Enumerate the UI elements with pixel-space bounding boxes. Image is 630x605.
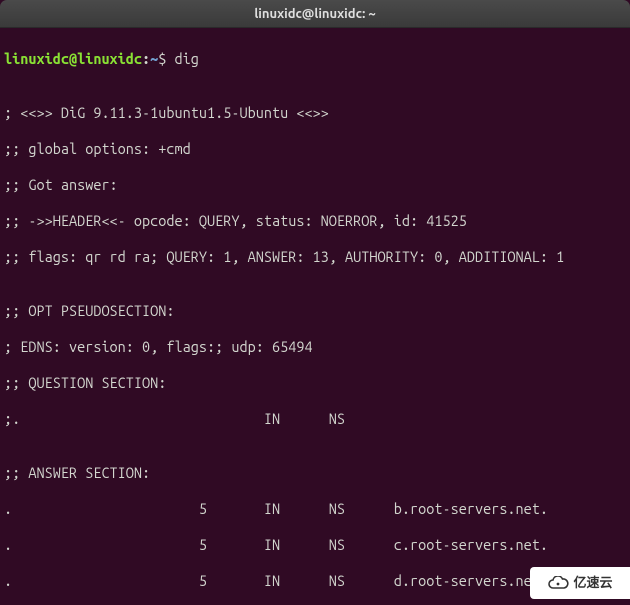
prompt-line: linuxidc@linuxidc:~$ dig [4, 50, 626, 68]
output-edns: ; EDNS: version: 0, flags:; udp: 65494 [4, 338, 626, 356]
output-question-header: ;; QUESTION SECTION: [4, 374, 626, 392]
output-flags: ;; flags: qr rd ra; QUERY: 1, ANSWER: 13… [4, 248, 626, 266]
answer-row: . 5 IN NS b.root-servers.net. [4, 500, 626, 518]
output-header: ;; ->>HEADER<<- opcode: QUERY, status: N… [4, 212, 626, 230]
output-got-answer: ;; Got answer: [4, 176, 626, 194]
prompt-sigil: $ [158, 50, 174, 67]
command-text: dig [175, 50, 199, 67]
output-question: ;. IN NS [4, 410, 626, 428]
terminal-area[interactable]: linuxidc@linuxidc:~$ dig ; <<>> DiG 9.11… [0, 28, 630, 605]
prompt-sep: : [142, 50, 150, 67]
window-title: linuxidc@linuxidc: ~ [254, 5, 375, 23]
output-global-options: ;; global options: +cmd [4, 140, 626, 158]
answer-row: . 5 IN NS c.root-servers.net. [4, 536, 626, 554]
watermark-badge: 亿速云 [530, 567, 630, 599]
window-titlebar[interactable]: linuxidc@linuxidc: ~ [0, 0, 630, 28]
watermark-text: 亿速云 [573, 574, 612, 592]
output-version: ; <<>> DiG 9.11.3-1ubuntu1.5-Ubuntu <<>> [4, 104, 626, 122]
output-answer-header: ;; ANSWER SECTION: [4, 464, 626, 482]
output-opt-header: ;; OPT PSEUDOSECTION: [4, 302, 626, 320]
prompt-userhost: linuxidc@linuxidc [4, 50, 142, 67]
cloud-icon [547, 576, 569, 590]
